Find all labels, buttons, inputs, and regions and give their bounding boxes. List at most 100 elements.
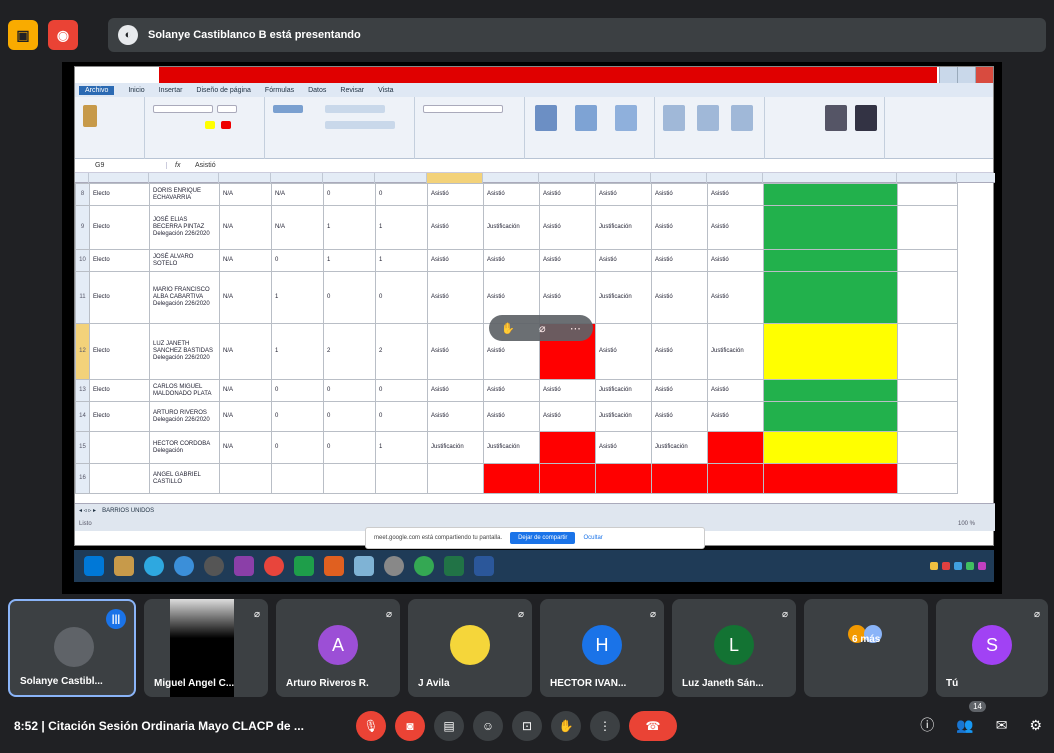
cell-b[interactable]: JOSÉ ALVARO SOTELO bbox=[149, 249, 220, 272]
participant-tile[interactable]: Solanye Castibl... ||| bbox=[8, 599, 136, 697]
ribbon-tab[interactable]: Vista bbox=[378, 87, 393, 94]
cell-f[interactable]: 1 bbox=[375, 249, 428, 272]
number-format-select[interactable] bbox=[423, 105, 503, 113]
format-icon[interactable] bbox=[731, 105, 753, 131]
cell-a[interactable]: Electo bbox=[89, 323, 150, 380]
participant-tile[interactable]: A Arturo Riveros R. ⌀ bbox=[276, 599, 400, 697]
row-number[interactable]: 8 bbox=[75, 183, 90, 206]
photos-icon[interactable] bbox=[354, 556, 374, 576]
attendance-cell[interactable]: Asistió bbox=[427, 379, 484, 402]
attendance-cell[interactable]: Asistió bbox=[539, 401, 596, 432]
cell-f[interactable]: 0 bbox=[375, 271, 428, 324]
empty-cell[interactable] bbox=[897, 431, 958, 464]
cell-a[interactable]: Electo bbox=[89, 379, 150, 402]
cell-b[interactable]: MARIO FRANCISCO ALBA CABARTIVA Delegació… bbox=[149, 271, 220, 324]
cell-c[interactable]: N/A bbox=[219, 271, 272, 324]
stop-sharing-button[interactable]: Dejar de compartir bbox=[510, 532, 576, 544]
cell-c[interactable]: N/A bbox=[219, 431, 272, 464]
cell-d[interactable]: N/A bbox=[271, 183, 324, 206]
attendance-cell[interactable] bbox=[595, 463, 652, 494]
ribbon-tab[interactable]: Insertar bbox=[159, 87, 183, 94]
sheet-nav-icon[interactable]: ◂ ◃ ▹ ▸ bbox=[79, 507, 96, 514]
mic-off-icon[interactable]: 🎙 bbox=[356, 711, 386, 741]
excel-taskbar-icon[interactable] bbox=[294, 556, 314, 576]
attendance-cell[interactable]: Asistió bbox=[651, 401, 708, 432]
ribbon-tab[interactable]: Diseño de página bbox=[196, 87, 251, 94]
attendance-cell[interactable]: Asistió bbox=[539, 249, 596, 272]
cell-d[interactable]: 1 bbox=[271, 271, 324, 324]
word-icon[interactable] bbox=[474, 556, 494, 576]
attendance-cell[interactable]: Asistió bbox=[595, 431, 652, 464]
attendance-cell[interactable] bbox=[651, 463, 708, 494]
cell-b[interactable]: ANGEL GABRIEL CASTILLO bbox=[149, 463, 220, 494]
conditional-format-icon[interactable] bbox=[535, 105, 557, 131]
cell-c[interactable]: N/A bbox=[219, 249, 272, 272]
merge-center-button[interactable] bbox=[325, 121, 395, 129]
cell-c[interactable]: N/A bbox=[219, 379, 272, 402]
cell-a[interactable]: Electo bbox=[89, 271, 150, 324]
attendance-cell[interactable]: Asistió bbox=[483, 401, 540, 432]
attendance-cell[interactable]: Asistió bbox=[427, 271, 484, 324]
cell-d[interactable]: 0 bbox=[271, 379, 324, 402]
insert-icon[interactable] bbox=[663, 105, 685, 131]
cell-c[interactable]: N/A bbox=[219, 205, 272, 250]
cell-b[interactable]: JOSÉ ELIAS BECERRA PINTAZ Delegación 226… bbox=[149, 205, 220, 250]
activities-icon[interactable]: ⚙ bbox=[1029, 717, 1042, 734]
participant-tile[interactable]: 6 más bbox=[804, 599, 928, 697]
name-box[interactable]: G9 bbox=[75, 162, 167, 169]
attendance-cell[interactable]: Justificación bbox=[707, 323, 764, 380]
attendance-cell[interactable] bbox=[427, 463, 484, 494]
attendance-cell[interactable]: Asistió bbox=[707, 249, 764, 272]
empty-cell[interactable] bbox=[897, 205, 958, 250]
cell-f[interactable]: 0 bbox=[375, 379, 428, 402]
attendance-cell[interactable] bbox=[483, 463, 540, 494]
cell-e[interactable]: 0 bbox=[323, 183, 376, 206]
attendance-cell[interactable]: Justificación bbox=[595, 379, 652, 402]
status-cell[interactable] bbox=[763, 205, 898, 250]
cell-e[interactable] bbox=[323, 463, 376, 494]
status-cell[interactable] bbox=[763, 401, 898, 432]
attendance-cell[interactable] bbox=[707, 463, 764, 494]
row-number[interactable]: 15 bbox=[75, 431, 90, 464]
cell-c[interactable]: N/A bbox=[219, 323, 272, 380]
explorer-icon[interactable] bbox=[114, 556, 134, 576]
cell-a[interactable]: Electo bbox=[89, 249, 150, 272]
participant-tile[interactable]: Miguel Angel C... ⌀ bbox=[144, 599, 268, 697]
attendance-cell[interactable]: Justificación bbox=[595, 271, 652, 324]
people-icon[interactable]: 👥 bbox=[956, 717, 973, 734]
participant-tile[interactable]: L Luz Janeth Sán... ⌀ bbox=[672, 599, 796, 697]
empty-cell[interactable] bbox=[897, 323, 958, 380]
empty-cell[interactable] bbox=[897, 249, 958, 272]
status-cell[interactable] bbox=[763, 379, 898, 402]
cell-e[interactable]: 0 bbox=[323, 401, 376, 432]
row-number[interactable]: 10 bbox=[75, 249, 90, 272]
ribbon-tab[interactable]: Revisar bbox=[340, 87, 364, 94]
paste-icon[interactable] bbox=[83, 105, 97, 127]
captions-icon[interactable]: ▤ bbox=[434, 711, 464, 741]
cell-b[interactable]: DORIS ENRIQUE ECHAVARRIA bbox=[149, 183, 220, 206]
cell-c[interactable] bbox=[219, 463, 272, 494]
format-table-icon[interactable] bbox=[575, 105, 597, 131]
attendance-cell[interactable]: Asistió bbox=[427, 401, 484, 432]
attendance-cell[interactable]: Asistió bbox=[707, 205, 764, 250]
cell-a[interactable] bbox=[89, 431, 150, 464]
empty-cell[interactable] bbox=[897, 401, 958, 432]
attendance-cell[interactable]: Asistió bbox=[595, 323, 652, 380]
hide-button[interactable]: Ocultar bbox=[583, 535, 602, 541]
chrome-alt-icon[interactable] bbox=[414, 556, 434, 576]
status-cell[interactable] bbox=[763, 431, 898, 464]
attendance-cell[interactable]: Asistió bbox=[651, 205, 708, 250]
cell-d[interactable] bbox=[271, 463, 324, 494]
cell-a[interactable]: Electo bbox=[89, 183, 150, 206]
ie-icon[interactable] bbox=[174, 556, 194, 576]
emoji-icon[interactable]: ☺ bbox=[473, 711, 503, 741]
app-icon[interactable] bbox=[234, 556, 254, 576]
formula-input[interactable]: Asistió bbox=[195, 162, 216, 169]
present-icon[interactable]: ⊡ bbox=[512, 711, 542, 741]
cell-d[interactable]: 1 bbox=[271, 323, 324, 380]
cell-f[interactable]: 0 bbox=[375, 401, 428, 432]
excel-alt-icon[interactable] bbox=[444, 556, 464, 576]
cell-f[interactable] bbox=[375, 463, 428, 494]
cell-e[interactable]: 2 bbox=[323, 323, 376, 380]
cell-e[interactable]: 1 bbox=[323, 205, 376, 250]
